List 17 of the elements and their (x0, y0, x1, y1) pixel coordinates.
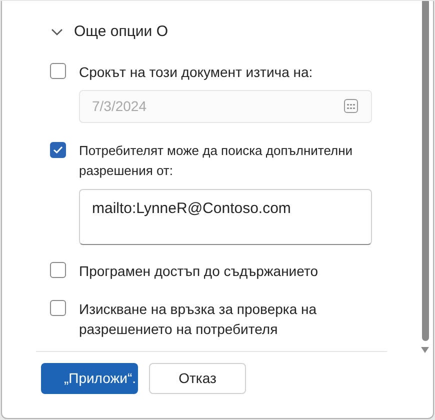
calendar-icon (343, 98, 359, 114)
cancel-button[interactable]: Отказ (149, 363, 246, 394)
option-label: Изискване на връзка за проверка на разрешението на потребителя (79, 300, 318, 338)
date-value: 7/3/2024 (92, 96, 146, 116)
scroll-down-icon[interactable] (420, 346, 430, 354)
apply-button[interactable]: „Приложи“. (41, 363, 138, 394)
option-label: Срокът на този документ изтича на: (79, 62, 314, 82)
checkbox[interactable] (50, 62, 66, 78)
checkbox[interactable] (50, 262, 66, 278)
scrollbar-thumb[interactable] (422, 1, 428, 341)
checkbox[interactable] (50, 300, 66, 316)
checkbox[interactable] (50, 142, 66, 158)
section-title: Още опции О (74, 22, 168, 42)
option-label: Потребителят може да поиска допълнителни разрешения от: (79, 142, 354, 180)
input-field[interactable]: mailto:LynneR@Contoso.com (79, 188, 372, 244)
option-label: Програмен достъп до съдържанието (79, 262, 319, 280)
check-icon (53, 146, 63, 154)
